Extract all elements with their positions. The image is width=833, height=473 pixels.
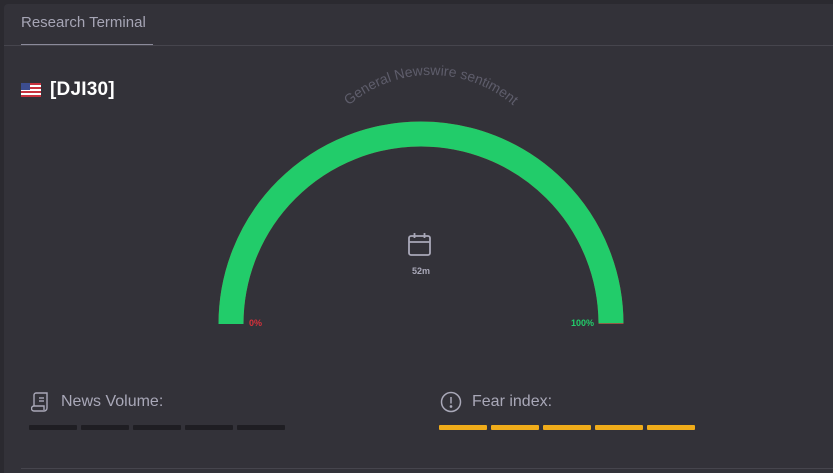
gauge-max-label: 100% — [571, 318, 594, 328]
fear-index-segment — [491, 425, 539, 430]
gauge-fill — [218, 121, 624, 325]
fear-index-segment — [595, 425, 643, 430]
news-volume-segment — [29, 425, 77, 430]
news-volume-segment — [237, 425, 285, 430]
fear-index-label: Fear index: — [472, 393, 553, 410]
gauge-track — [218, 121, 624, 325]
fear-index-bars — [439, 425, 695, 430]
divider — [21, 468, 833, 469]
gauge-timeframe: 52m — [412, 266, 430, 276]
exclamation-circle-icon — [440, 391, 462, 413]
news-volume-stat: News Volume: — [31, 391, 163, 413]
news-volume-label: News Volume: — [61, 393, 164, 410]
news-volume-segment — [133, 425, 181, 430]
gauge-min-label: 0% — [249, 318, 262, 328]
scroll-icon — [31, 392, 48, 412]
news-volume-bars — [29, 425, 285, 430]
calendar-icon — [408, 233, 431, 256]
fear-index-segment — [543, 425, 591, 430]
fear-index-stat: Fear index: — [440, 391, 552, 413]
gauge-title: General Newswire sentiment — [341, 62, 522, 108]
sentiment-gauge: General Newswire sentiment 52m 0% 100% — [218, 62, 624, 328]
fear-index-segment — [647, 425, 695, 430]
fear-index-segment — [439, 425, 487, 430]
news-volume-segment — [185, 425, 233, 430]
gauge-title-text: General Newswire sentiment — [341, 62, 522, 108]
news-volume-segment — [81, 425, 129, 430]
research-terminal-panel: Research Terminal [DJI30] General Newswi… — [4, 4, 833, 473]
